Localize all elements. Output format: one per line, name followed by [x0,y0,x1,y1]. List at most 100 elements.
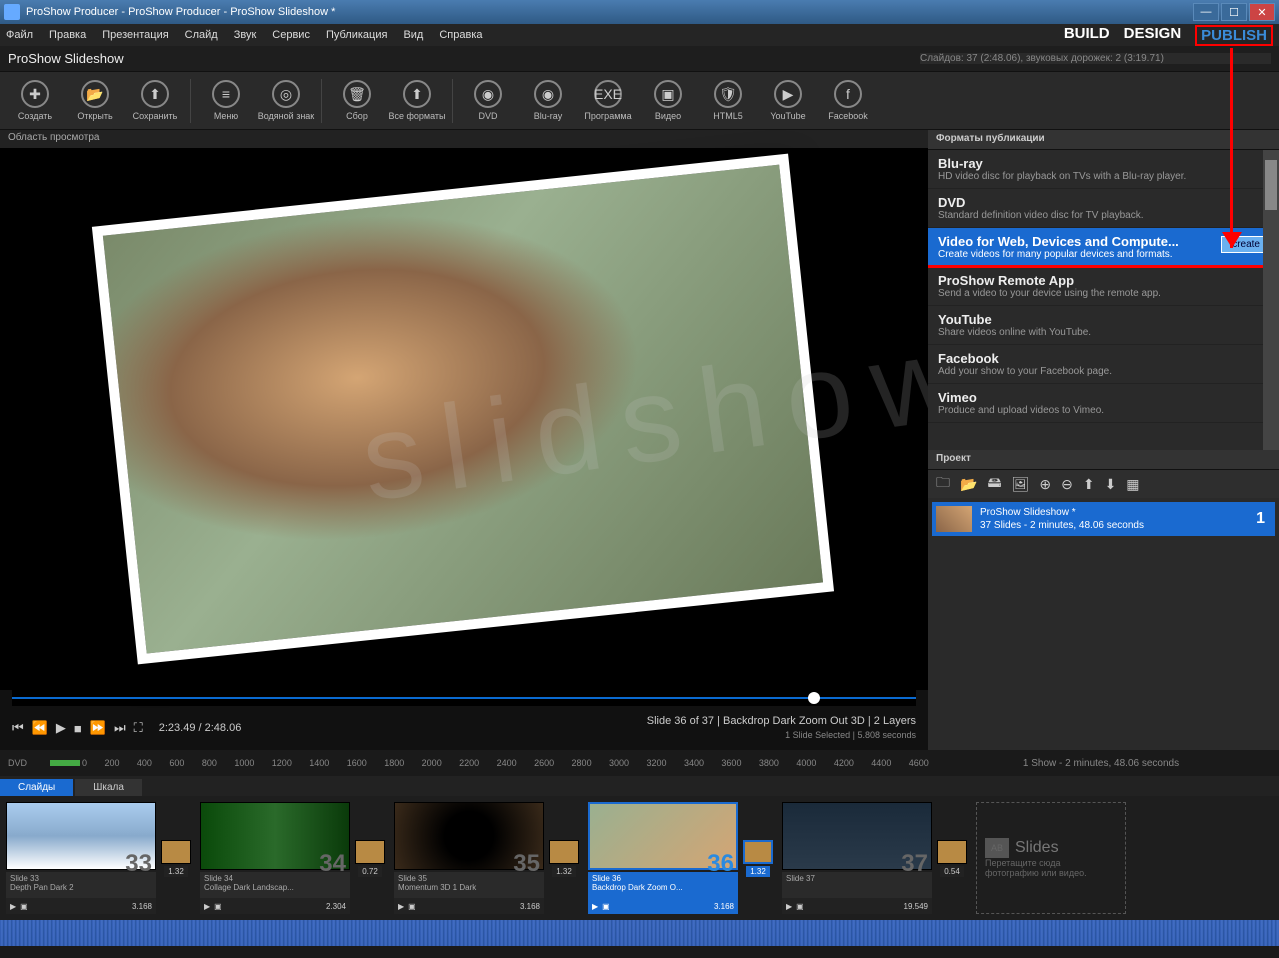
layers-icon[interactable]: ▣ [214,902,222,911]
scrubber[interactable] [12,690,916,706]
project-item-sub: 37 Slides - 2 minutes, 48.06 seconds [980,519,1248,532]
proj-down-icon[interactable]: ⬇ [1105,476,1117,493]
scrollbar[interactable] [1263,150,1279,450]
publish-item[interactable]: FacebookAdd your show to your Facebook p… [928,345,1279,384]
play-icon[interactable]: ▶ [592,902,598,911]
timeline[interactable]: Slide 33Depth Pan Dark 233 ▶▣3.1681.32 S… [0,796,1279,920]
toolbar-Открыть[interactable]: 📂Открыть [66,75,124,127]
menu-sound[interactable]: Звук [234,29,257,41]
proj-remove-icon[interactable]: ⊖ [1061,476,1073,493]
maximize-button[interactable]: ☐ [1221,3,1247,21]
proj-image-icon[interactable]: 🖼 [1012,476,1030,493]
transition[interactable]: 1.32 [156,802,196,914]
scrollbar-thumb[interactable] [1265,160,1277,210]
menu-file[interactable]: Файл [6,29,33,41]
project-item-num: 1 [1256,510,1271,528]
publish-item-desc: Standard definition video disc for TV pl… [938,210,1269,221]
mode-build[interactable]: BUILD [1064,25,1110,46]
publish-item[interactable]: VimeoProduce and upload videos to Vimeo. [928,384,1279,423]
window-title: ProShow Producer - ProShow Producer - Pr… [26,6,1191,18]
menu-edit[interactable]: Правка [49,29,86,41]
slide-thumb[interactable]: Slide 33Depth Pan Dark 233 ▶▣3.168 [6,802,156,914]
publish-item[interactable]: ProShow Remote AppSend a video to your d… [928,267,1279,306]
play-button[interactable]: ▶ [56,720,66,736]
toolbar-label: Программа [584,111,631,121]
toolbar-HTML5[interactable]: 🛡HTML5 [699,75,757,127]
toolbar-Видео[interactable]: ▣Видео [639,75,697,127]
tab-scale[interactable]: Шкала [75,779,142,796]
layers-icon[interactable]: ▣ [796,902,804,911]
slide-thumb[interactable]: Slide 36Backdrop Dark Zoom O...36 ▶▣3.16… [588,802,738,914]
toolbar-Водяной знак[interactable]: ◎Водяной знак [257,75,315,127]
toolbar-Программа[interactable]: EXE Программа [579,75,637,127]
transition[interactable]: 0.54 [932,802,972,914]
play-icon[interactable]: ▶ [786,902,792,911]
toolbar-Сохранить[interactable]: ⬆Сохранить [126,75,184,127]
toolbar-Создать[interactable]: ✚Создать [6,75,64,127]
toolbar-Facebook[interactable]: fFacebook [819,75,877,127]
layers-icon[interactable]: ▣ [20,902,28,911]
forward-button[interactable]: ⏩ [90,720,106,736]
slide-bottom: ▶▣3.168 [6,898,156,914]
project-thumb [936,506,972,532]
toolbar-icon: EXE [594,80,622,108]
menu-presentation[interactable]: Презентация [102,29,168,41]
transition[interactable]: 1.32 [544,802,584,914]
slide-meta: Slide 36Backdrop Dark Zoom O...36 [588,872,738,898]
layers-icon[interactable]: ▣ [602,902,610,911]
toolbar-DVD[interactable]: ◉DVD [459,75,517,127]
audio-track[interactable] [0,920,1279,946]
publish-item[interactable]: YouTubeShare videos online with YouTube. [928,306,1279,345]
menu-slide[interactable]: Слайд [185,29,218,41]
go-end-button[interactable]: ⏭ [114,720,126,736]
proj-save-icon[interactable]: 🖴 [987,472,1001,496]
publish-item[interactable]: Blu-rayHD video disc for playback on TVs… [928,150,1279,189]
toolbar-label: Все форматы [388,111,445,121]
slide-thumb[interactable]: Slide 34Collage Dark Landscap...34 ▶▣2.3… [200,802,350,914]
publish-item[interactable]: DVDStandard definition video disc for TV… [928,189,1279,228]
publish-item-desc: Share videos online with YouTube. [938,327,1269,338]
menu-service[interactable]: Сервис [272,29,310,41]
fullscreen-button[interactable]: ⛶ [134,720,143,736]
transition[interactable]: 1.32 [738,802,778,914]
ruler-label: DVD [8,758,48,768]
tab-slides[interactable]: Слайды [0,779,73,796]
go-start-button[interactable]: ⏮ [12,720,24,736]
slide-thumb[interactable]: Slide 3737 ▶▣19.549 [782,802,932,914]
toolbar: ✚Создать📂Открыть⬆Сохранить≡Меню◎Водяной … [0,72,1279,130]
menu-help[interactable]: Справка [439,29,482,41]
scrubber-handle[interactable] [808,692,820,704]
close-button[interactable]: ✕ [1249,3,1275,21]
slide-number: 35 [513,850,540,878]
project-item[interactable]: ProShow Slideshow * 37 Slides - 2 minute… [932,502,1275,536]
play-icon[interactable]: ▶ [204,902,210,911]
dropzone[interactable]: ABSlidesПеретащите сюдафотографию или ви… [976,802,1126,914]
play-icon[interactable]: ▶ [398,902,404,911]
ruler-ticks: 0200400600800100012001400160018002000220… [82,758,929,768]
minimize-button[interactable]: — [1193,3,1219,21]
proj-grid-icon[interactable]: ▦ [1126,476,1139,493]
layers-icon[interactable]: ▣ [408,902,416,911]
menu-publication[interactable]: Публикация [326,29,387,41]
preview-area[interactable]: slidshow [0,148,928,690]
mode-publish[interactable]: PUBLISH [1195,25,1273,46]
play-icon[interactable]: ▶ [10,902,16,911]
transition[interactable]: 0.72 [350,802,390,914]
proj-up-icon[interactable]: ⬆ [1083,476,1095,493]
toolbar-Blu-ray[interactable]: ◉Blu-ray [519,75,577,127]
toolbar-YouTube[interactable]: ▶YouTube [759,75,817,127]
toolbar-icon: 📂 [81,80,109,108]
toolbar-Сбор[interactable]: 🗑Сбор [328,75,386,127]
publish-header: Форматы публикации [928,130,1279,150]
slide-thumb[interactable]: Slide 35Momentum 3D 1 Dark35 ▶▣3.168 [394,802,544,914]
toolbar-Все форматы[interactable]: ⬆Все форматы [388,75,446,127]
toolbar-Меню[interactable]: ≡Меню [197,75,255,127]
mode-design[interactable]: DESIGN [1124,25,1182,46]
proj-add-icon[interactable]: ⊕ [1039,476,1051,493]
toolbar-icon: ◉ [474,80,502,108]
stop-button[interactable]: ■ [74,721,82,736]
rewind-button[interactable]: ⏪ [32,720,48,736]
proj-open-icon[interactable]: 📂 [960,476,977,493]
menu-view[interactable]: Вид [403,29,423,41]
proj-new-icon[interactable]: 🗀 [936,472,950,496]
